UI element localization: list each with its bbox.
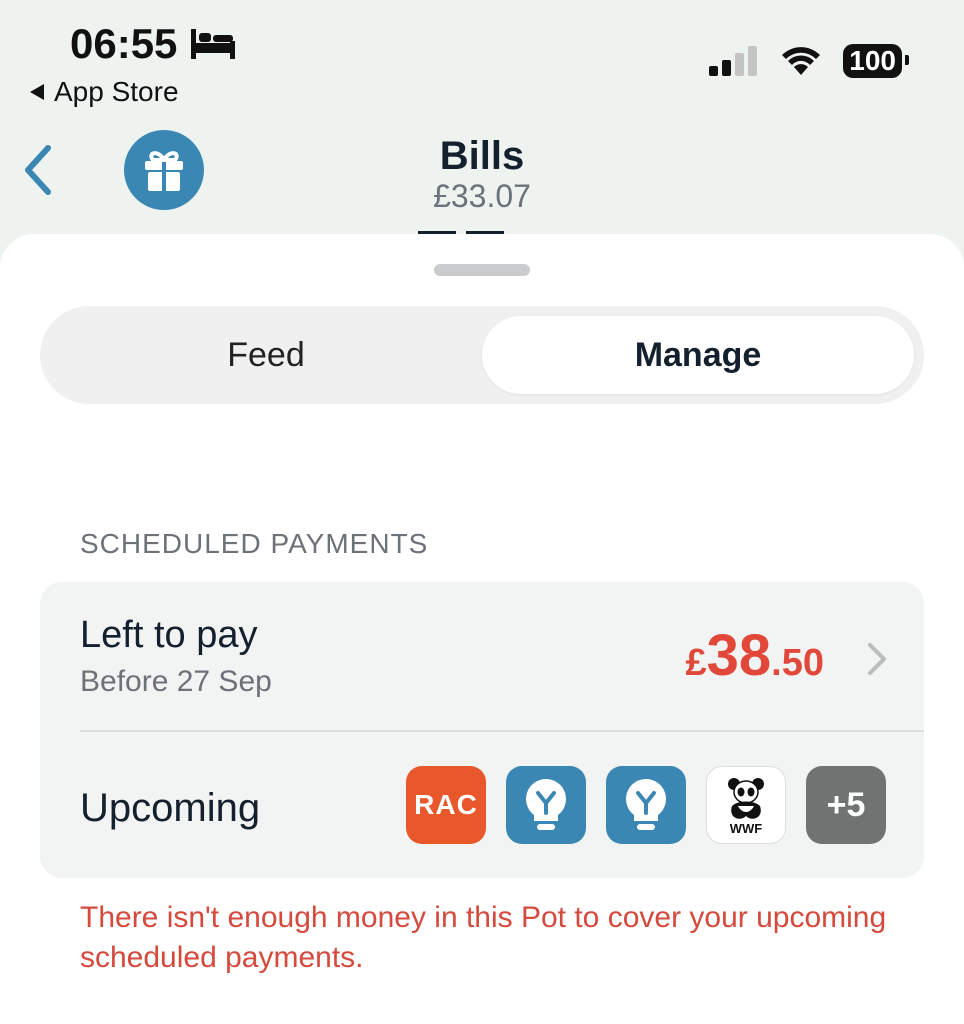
panda-icon — [728, 777, 764, 819]
pot-balance: £33.07 — [433, 178, 531, 214]
bulb-logo[interactable] — [506, 766, 586, 844]
section-label-scheduled: SCHEDULED PAYMENTS — [80, 528, 429, 559]
status-time: 06:55 — [70, 20, 236, 68]
status-back-to-app-store[interactable]: App Store — [30, 76, 179, 108]
segmented-control: Feed Manage — [40, 306, 924, 404]
left-to-pay-subtitle: Before 27 Sep — [80, 665, 272, 698]
upcoming-label: Upcoming — [80, 786, 261, 830]
more-payees-badge[interactable]: +5 — [806, 766, 886, 844]
amount-minor: .50 — [771, 642, 824, 684]
rac-logo[interactable]: RAC — [406, 766, 486, 844]
bed-icon — [191, 29, 236, 59]
wwf-logo[interactable]: WWF — [706, 766, 786, 844]
sheet-grabber[interactable] — [434, 264, 530, 276]
back-app-label: App Store — [54, 76, 179, 107]
rac-logo-text: RAC — [414, 789, 478, 820]
insufficient-funds-warning: There isn't enough money in this Pot to … — [80, 901, 887, 974]
chevron-right-icon[interactable] — [866, 642, 888, 676]
signal-icon — [709, 46, 758, 76]
upcoming-logos: RAC WWF +5 — [406, 766, 886, 844]
bottom-sheet: Feed Manage SCHEDULED PAYMENTS Left to p… — [0, 234, 964, 1024]
left-to-pay-row[interactable]: Left to pay Before 27 Sep — [80, 614, 272, 699]
more-count: +5 — [826, 785, 866, 824]
lightbulb-icon — [526, 779, 566, 830]
battery-icon: 100 — [843, 44, 909, 78]
pot-title: Bills — [439, 134, 525, 178]
tab-manage[interactable]: Manage — [482, 316, 914, 394]
card-divider — [80, 730, 924, 732]
amount-currency: £ — [685, 642, 707, 684]
clock-text: 06:55 — [70, 20, 178, 67]
wifi-icon — [782, 47, 821, 75]
status-indicators: 100 — [709, 44, 909, 78]
tab-feed[interactable]: Feed — [50, 316, 482, 394]
left-to-pay-amount[interactable]: £ 38 .50 — [686, 622, 824, 689]
wwf-logo-text: WWF — [729, 820, 763, 836]
scheduled-payments-card: Left to pay Before 27 Sep £ 38 .50 Upcom… — [40, 582, 924, 878]
amount-major: 38 — [706, 623, 772, 688]
left-to-pay-title: Left to pay — [80, 614, 258, 656]
battery-level: 100 — [849, 45, 896, 76]
lightbulb-icon — [626, 779, 666, 830]
bulb-logo[interactable] — [606, 766, 686, 844]
back-triangle-icon — [30, 84, 44, 100]
